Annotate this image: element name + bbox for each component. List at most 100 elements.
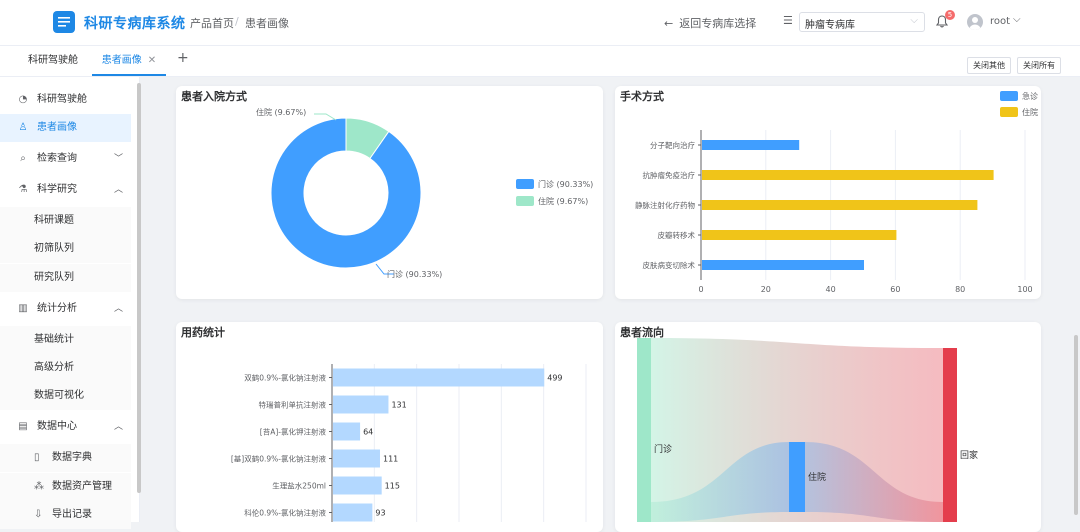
y-tick-label: 双鹤0.9%-氯化钠注射液: [244, 373, 326, 383]
breadcrumb-home[interactable]: 产品首页: [190, 15, 234, 31]
sidebar-subitem-label: 数据字典: [52, 452, 92, 463]
x-tick-label: 20: [761, 285, 771, 294]
db-select[interactable]: 肿瘤专病库 ⌵: [799, 12, 925, 32]
bar: [333, 422, 361, 441]
surgery-bar-chart: 0 20 40 60 80 100 分子靶向治疗抗肿瘤免疫治疗静脉注射化疗药物皮瓣转移术皮肤…: [635, 91, 1038, 294]
legend-swatch: [1000, 91, 1018, 101]
chevron-down-icon: ⌵: [910, 15, 918, 26]
sidebar-item-research[interactable]: ⚗ 科学研究 ︿: [0, 176, 131, 204]
y-tick-label: 分子靶向治疗: [650, 140, 695, 150]
notification-badge: 5: [945, 10, 955, 20]
bar: [702, 140, 800, 150]
chevron-down-icon[interactable]: ⌵: [1013, 14, 1021, 25]
database-icon: ▤: [18, 421, 28, 432]
data-label: 93: [375, 509, 385, 518]
sidebar-subitem-label: 基础统计: [34, 334, 74, 345]
admission-donut-chart: 住院 (9.67%) 门诊 (90.33%) 门诊 (90.33%) 住院 (9.67…: [256, 107, 593, 279]
sidebar: ◔ 科研驾驶舱 ♙ 患者画像 ⌕ 检索查询 ﹀ ⚗ 科学研究 ︿ 科研课题 初筛队列 研究队…: [0, 77, 140, 529]
flow-node-label: 回家: [960, 449, 978, 461]
sidebar-subitem-label: 导出记录: [52, 509, 92, 520]
y-tick-label: 特瑞普利单抗注射液: [259, 400, 327, 410]
data-label: 131: [391, 401, 406, 410]
sidebar-subitem-label: 研究队列: [34, 272, 74, 283]
data-label: 111: [383, 455, 398, 464]
sidebar-item-label: 科学研究: [37, 184, 77, 195]
admission-chart-card: 患者入院方式 住院 (9.67%) 门诊 (90.33%) 门诊 (90.33%) 住…: [176, 86, 603, 299]
top-header: 科研专病库系统 产品首页 / 患者画像 ← 返回专病库选择 ☰ 肿瘤专病库 ⌵ …: [0, 0, 1080, 45]
chevron-up-icon: ︿: [114, 422, 124, 432]
x-tick-label: 100: [1017, 285, 1032, 294]
sidebar-item-label: 患者画像: [37, 122, 77, 133]
x-tick-label: 80: [955, 285, 965, 294]
legend-label: 急诊: [1022, 91, 1038, 101]
sidebar-subitem-data-assets[interactable]: ⁂ 数据资产管理: [0, 473, 131, 501]
x-tick-label: 0: [698, 285, 703, 294]
sidebar-item-patient-portrait[interactable]: ♙ 患者画像: [0, 114, 131, 142]
sidebar-subitem-data-dictionary[interactable]: ▯ 数据字典: [0, 444, 131, 472]
sidebar-subitem-label: 高级分析: [34, 362, 74, 373]
slice-label: 住院 (9.67%): [256, 107, 306, 117]
bar: [333, 368, 545, 387]
sidebar-subitem-basic-stats[interactable]: 基础统计: [0, 326, 131, 354]
donut-slice: [270, 117, 422, 269]
sidebar-item-dashboard[interactable]: ◔ 科研驾驶舱: [0, 86, 131, 114]
chevron-up-icon: ︿: [114, 185, 124, 195]
bar: [333, 503, 373, 522]
tab-label: 科研驾驶舱: [28, 55, 78, 66]
sidebar-subitem-research-topics[interactable]: 科研课题: [0, 207, 131, 235]
close-icon[interactable]: ✕: [148, 55, 156, 66]
sidebar-subitem-research-cohort[interactable]: 研究队列: [0, 264, 131, 292]
flow-node-outpatient[interactable]: [637, 338, 651, 522]
flow-node-home[interactable]: [943, 348, 957, 522]
medication-chart-card: 用药统计 双鹤0.9%-氯化钠注射液 499 特瑞普利单抗注射液 131 [苔A]-氯化…: [176, 322, 603, 532]
sidebar-subitem-screening-cohort[interactable]: 初筛队列: [0, 235, 131, 263]
tab-patient-portrait[interactable]: 患者画像 ✕: [92, 46, 166, 76]
tab-bar: 科研驾驶舱 患者画像 ✕ +: [0, 45, 1080, 77]
back-label: 返回专病库选择: [679, 17, 757, 30]
patient-flow-chart-card: 患者流向 门诊 住院 回家: [615, 322, 1041, 532]
export-icon: ⇩: [34, 509, 43, 520]
x-tick-label: 40: [826, 285, 836, 294]
back-to-db-select-button[interactable]: ← 返回专病库选择: [664, 15, 756, 31]
bar: [333, 395, 389, 414]
sidebar-subitem-label: 科研课题: [34, 215, 74, 226]
y-tick-label: 科伦0.9%-氯化钠注射液: [244, 508, 326, 518]
sidebar-item-label: 统计分析: [37, 303, 77, 314]
dashboard-icon: ◔: [18, 94, 28, 105]
sidebar-scrollbar[interactable]: [137, 83, 141, 493]
x-tick-label: 60: [890, 285, 900, 294]
add-tab-icon[interactable]: +: [177, 50, 189, 66]
username[interactable]: root: [990, 16, 1010, 27]
avatar[interactable]: [967, 14, 983, 30]
breadcrumb-current: 患者画像: [245, 17, 289, 30]
document-list-icon: [58, 17, 70, 27]
tab-dashboard[interactable]: 科研驾驶舱: [16, 46, 90, 76]
app-title: 科研专病库系统: [84, 16, 186, 32]
assets-icon: ⁂: [34, 481, 44, 492]
close-all-button[interactable]: 关闭所有: [1017, 57, 1061, 74]
legend-label: 门诊 (90.33%): [538, 179, 593, 189]
sidebar-subitem-label: 数据可视化: [34, 390, 84, 401]
flask-icon: ⚗: [18, 184, 28, 195]
sidebar-subitem-advanced-analysis[interactable]: 高级分析: [0, 354, 131, 382]
y-tick-label: 抗肿瘤免疫治疗: [643, 170, 696, 180]
database-select-icon: ☰: [783, 14, 793, 27]
close-others-button[interactable]: 关闭其他: [967, 57, 1011, 74]
sidebar-subitem-data-visualization[interactable]: 数据可视化: [0, 382, 131, 410]
data-label: 115: [385, 482, 400, 491]
chevron-down-icon: ﹀: [114, 154, 124, 164]
y-tick-label: 静脉注射化疗药物: [635, 200, 695, 210]
sidebar-item-search[interactable]: ⌕ 检索查询 ﹀: [0, 145, 131, 173]
tab-label: 患者画像: [101, 55, 142, 66]
flow-node-inpatient[interactable]: [789, 442, 805, 512]
breadcrumb-separator: /: [235, 15, 239, 28]
app-logo[interactable]: [53, 11, 75, 33]
page-scrollbar[interactable]: [1074, 335, 1078, 515]
sidebar-item-statistics[interactable]: ▥ 统计分析 ︿: [0, 295, 131, 323]
chevron-up-icon: ︿: [114, 304, 124, 314]
y-tick-label: 皮肤病变切除术: [643, 260, 696, 270]
sidebar-item-data-center[interactable]: ▤ 数据中心 ︿: [0, 413, 131, 441]
sidebar-subitem-export-records[interactable]: ⇩ 导出记录: [0, 501, 131, 529]
bar: [333, 449, 380, 468]
y-tick-label: 皮瓣转移术: [658, 230, 696, 240]
